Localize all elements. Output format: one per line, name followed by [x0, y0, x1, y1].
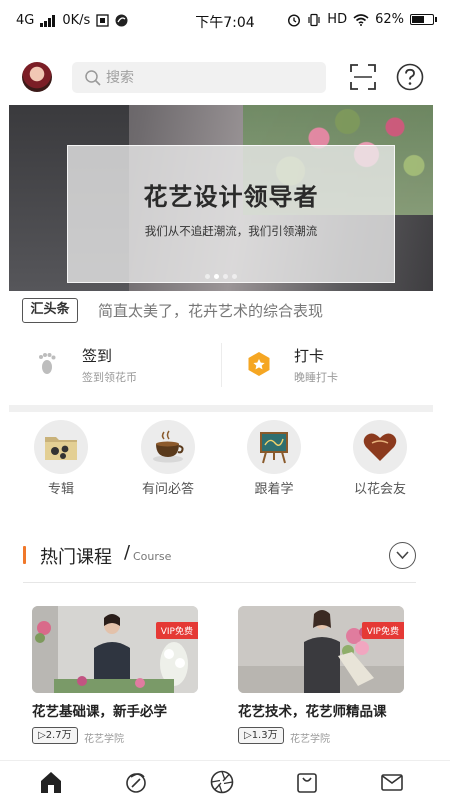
mail-icon — [381, 774, 403, 791]
battery-icon — [410, 14, 437, 25]
follow-learn-label: 跟着学 — [254, 482, 294, 497]
hd-indicator: HD — [327, 12, 348, 27]
banner-title: 花艺设计领导者 — [143, 183, 319, 211]
bottom-tab-bar — [0, 760, 450, 800]
vip-free-badge: VIP免费 — [361, 622, 404, 639]
user-avatar[interactable] — [22, 62, 52, 92]
battery-percent: 62% — [375, 12, 404, 27]
app-header — [0, 52, 450, 102]
category-grid: 专辑 有问必答 跟着学 以花会友 — [0, 420, 450, 500]
search-icon — [85, 70, 101, 86]
tab-messages[interactable] — [379, 769, 405, 795]
search-input[interactable] — [106, 65, 306, 90]
question-icon[interactable] — [396, 63, 424, 91]
punch-card-sub: 晚睡打卡 — [294, 371, 338, 384]
sign-in-button[interactable]: 签到 签到领花币 — [34, 333, 234, 397]
category-follow-learn[interactable]: 跟着学 — [229, 420, 319, 500]
play-count: ▷2.7万 — [32, 727, 78, 744]
pagination-dot[interactable] — [205, 274, 210, 279]
heart-gift-icon — [363, 433, 397, 461]
flower-friends-label: 以花会友 — [353, 482, 406, 497]
course-card[interactable]: VIP免费 花艺技术，花艺师精品课 ▷1.3万 花艺学院 — [238, 606, 413, 751]
chevron-down-icon — [396, 551, 409, 560]
qa-circle — [141, 420, 195, 474]
headline-text[interactable]: 简直太美了，花卉艺术的综合表现 — [98, 300, 323, 321]
course-card[interactable]: VIP免费 花艺基础课，新手必学 ▷2.7万 花艺学院 — [32, 606, 207, 751]
course-source: 花艺学院 — [290, 734, 330, 745]
section-title: 热门课程 — [40, 547, 112, 568]
expand-button[interactable] — [389, 542, 416, 569]
category-flower-friends[interactable]: 以花会友 — [335, 420, 425, 500]
section-subtitle: Course — [133, 550, 172, 563]
section-slash: / — [124, 542, 131, 563]
promo-banner[interactable]: 花艺设计领导者 我们从不追赶潮流，我们引领潮流 — [9, 105, 433, 291]
tab-home[interactable] — [38, 769, 64, 795]
sign-in-label: 签到 — [82, 347, 113, 365]
tab-shop[interactable] — [294, 769, 320, 795]
tab-discover[interactable] — [123, 769, 149, 795]
pagination-dot[interactable] — [223, 274, 228, 279]
sign-in-sub: 签到领花币 — [82, 371, 137, 384]
hexagon-badge-icon — [248, 352, 270, 376]
home-icon — [41, 772, 61, 793]
checkin-row: 签到 签到领花币 打卡 晚睡打卡 — [0, 333, 450, 397]
headline-badge: 汇头条 — [22, 298, 78, 323]
section-separator — [9, 405, 433, 412]
flower-friends-circle — [353, 420, 407, 474]
status-bar: 4G 0K/s 下午7:04 HD 62% — [0, 0, 450, 40]
pagination-dot[interactable] — [214, 274, 219, 279]
search-bar[interactable] — [72, 62, 326, 93]
alarm-icon — [288, 13, 301, 27]
course-thumbnail: VIP免费 — [238, 606, 404, 693]
banner-subtitle: 我们从不追赶潮流，我们引领潮流 — [144, 224, 318, 238]
qa-label: 有问必答 — [141, 482, 194, 497]
wifi-icon — [353, 13, 369, 26]
shopping-bag-icon — [297, 773, 317, 793]
banner-pagination — [9, 264, 433, 283]
scan-icon[interactable] — [348, 62, 378, 92]
headline-ticker[interactable]: 汇头条 简直太美了，花卉艺术的综合表现 — [0, 293, 450, 327]
course-video-preview — [238, 606, 404, 693]
banner-text: 花艺设计领导者 我们从不追赶潮流，我们引领潮流 — [75, 153, 387, 275]
course-title: 花艺基础课，新手必学 — [32, 704, 167, 720]
course-thumbnail: VIP免费 — [32, 606, 198, 693]
coffee-cup-icon — [153, 430, 184, 463]
hot-courses-header: 热门课程 / Course — [0, 540, 450, 586]
battery-fill — [412, 16, 424, 23]
course-source: 花艺学院 — [84, 734, 124, 745]
album-folder-icon — [45, 437, 77, 460]
checkin-divider — [221, 343, 222, 387]
discover-icon — [126, 773, 146, 793]
course-video-preview — [32, 606, 198, 693]
tab-aperture[interactable] — [209, 769, 235, 795]
course-title: 花艺技术，花艺师精品课 — [238, 704, 387, 720]
category-album[interactable]: 专辑 — [16, 420, 106, 500]
section-accent-bar — [23, 546, 26, 564]
pagination-dot[interactable] — [232, 274, 237, 279]
punch-card-label: 打卡 — [294, 347, 325, 365]
vibrate-icon — [308, 13, 320, 26]
footprint-icon — [39, 353, 56, 374]
follow-learn-circle — [247, 420, 301, 474]
section-divider — [23, 582, 416, 583]
easel-board-icon — [260, 432, 288, 464]
play-count: ▷1.3万 — [238, 727, 284, 744]
status-right: HD 62% — [287, 12, 437, 27]
category-qa[interactable]: 有问必答 — [123, 420, 213, 500]
punch-card-button[interactable]: 打卡 晚睡打卡 — [246, 333, 446, 397]
aperture-icon — [210, 770, 234, 794]
album-circle — [34, 420, 88, 474]
vip-free-badge: VIP免费 — [155, 622, 198, 639]
album-label: 专辑 — [47, 482, 74, 497]
